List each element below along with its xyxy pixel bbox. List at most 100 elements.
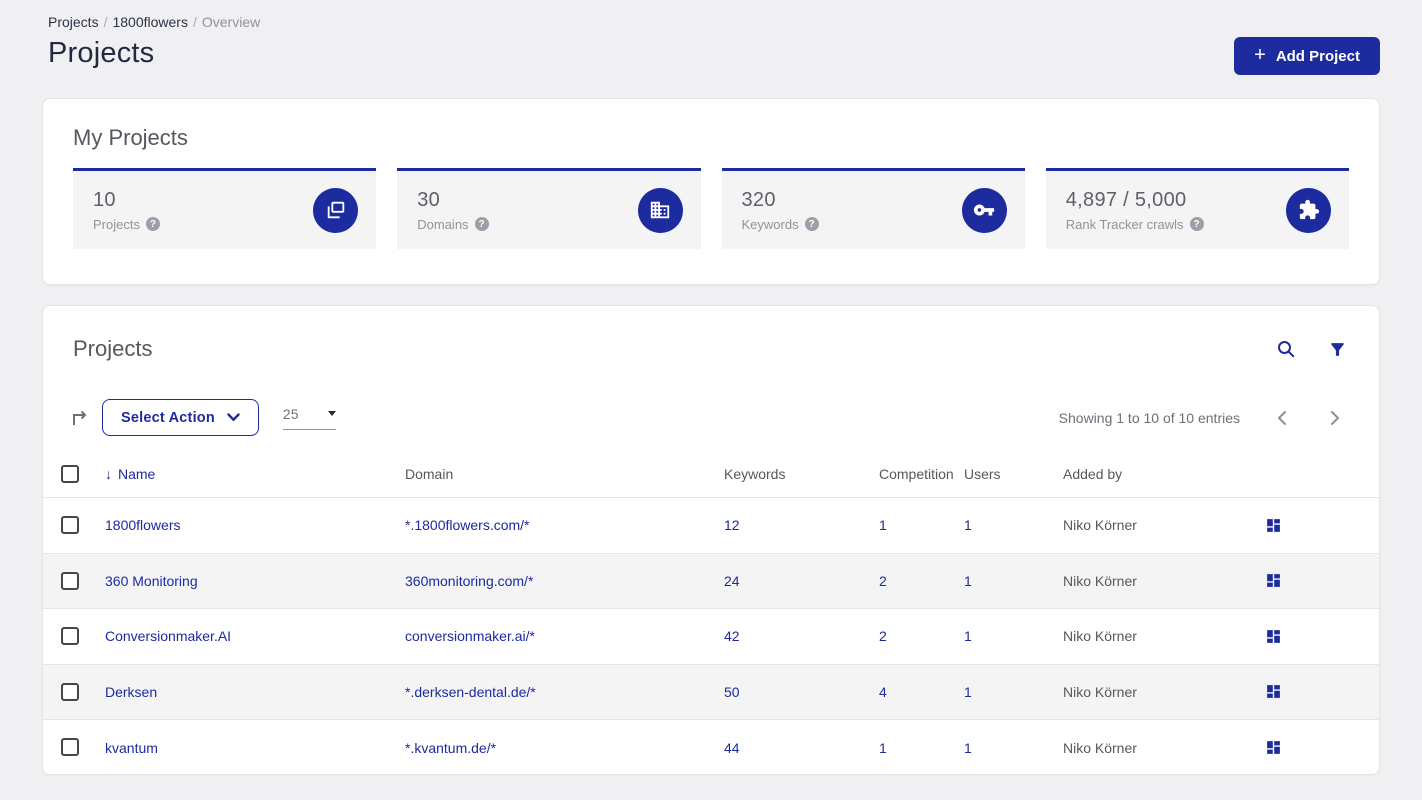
users-count[interactable]: 1: [964, 609, 1063, 665]
breadcrumb-separator: /: [103, 14, 108, 30]
projects-table-card: Projects Select Action 25 Showing 1 to 1…: [42, 305, 1380, 775]
added-by-name: Niko Körner: [1063, 739, 1137, 756]
column-header-added-by[interactable]: Added by: [1063, 451, 1263, 498]
sort-descending-icon: ↓: [105, 466, 112, 482]
export-icon[interactable]: [66, 404, 94, 432]
projects-label: Projects: [93, 216, 140, 232]
users-count[interactable]: 1: [964, 664, 1063, 720]
project-domain-link[interactable]: *.1800flowers.com/*: [405, 498, 724, 554]
table-row: Conversionmaker.AI conversionmaker.ai/* …: [43, 608, 1379, 665]
keywords-count[interactable]: 24: [724, 553, 879, 609]
projects-table: ↓ Name Domain Keywords Competition Users…: [43, 451, 1379, 775]
previous-page-icon[interactable]: [1274, 408, 1290, 428]
page: Projects/1800flowers / Overview Projects +…: [0, 0, 1422, 800]
project-name-link[interactable]: Derksen: [105, 664, 405, 720]
project-domain-link[interactable]: 360monitoring.com/*: [405, 553, 724, 609]
dashboard-icon[interactable]: [1263, 515, 1284, 536]
project-domain-link[interactable]: *.kvantum.de/*: [405, 720, 724, 775]
column-header-name[interactable]: ↓ Name: [105, 451, 405, 497]
keywords-count[interactable]: 50: [724, 664, 879, 720]
keywords-count[interactable]: 42: [724, 609, 879, 665]
competition-count[interactable]: 4: [879, 664, 964, 720]
table-row: 1800flowers *.1800flowers.com/* 12 1 1 N…: [43, 497, 1379, 554]
project-domain-link[interactable]: conversionmaker.ai/*: [405, 609, 724, 665]
help-icon[interactable]: ?: [474, 217, 489, 231]
users-count[interactable]: 1: [964, 553, 1063, 609]
search-icon[interactable]: [1274, 337, 1298, 361]
competition-count[interactable]: 1: [879, 498, 964, 554]
select-all-checkbox[interactable]: [61, 464, 79, 483]
project-name-link[interactable]: 1800flowers: [105, 498, 405, 554]
plus-icon: +: [1254, 44, 1266, 66]
help-icon[interactable]: ?: [804, 217, 819, 231]
dashboard-icon[interactable]: [1263, 626, 1284, 647]
domain-building-icon: [637, 187, 683, 233]
keywords-count: 320: [741, 188, 776, 211]
row-checkbox[interactable]: [61, 571, 79, 590]
key-icon: [961, 187, 1007, 233]
project-name-link[interactable]: Conversionmaker.AI: [105, 609, 405, 665]
top-header: Projects/1800flowers / Overview Projects +…: [0, 0, 1422, 75]
competition-count[interactable]: 2: [879, 553, 964, 609]
breadcrumb-item-1800flowers[interactable]: 1800flowers: [112, 14, 188, 30]
breadcrumb-item-overview: Overview: [201, 14, 261, 30]
stat-card-rank-tracker: 4,897 / 5,000 Rank Tracker crawls ?: [1045, 168, 1349, 249]
page-size-select[interactable]: 25: [282, 405, 336, 430]
select-action-dropdown[interactable]: Select Action: [102, 399, 259, 436]
caret-down-icon: [327, 411, 336, 416]
competition-count[interactable]: 2: [879, 609, 964, 665]
domains-label: Domains: [417, 216, 469, 232]
added-by-name: Niko Körner: [1063, 517, 1137, 534]
table-row: kvantum *.kvantum.de/* 44 1 1 Niko Körne…: [43, 719, 1379, 775]
stat-card-domains: 30 Domains ?: [397, 168, 701, 249]
page-size-value: 25: [282, 405, 299, 422]
added-by-name: Niko Körner: [1063, 572, 1137, 589]
breadcrumb: Projects/1800flowers / Overview: [48, 14, 1380, 30]
keywords-count[interactable]: 12: [724, 498, 879, 554]
keywords-label: Keywords: [741, 216, 799, 232]
project-name-link[interactable]: 360 Monitoring: [105, 553, 405, 609]
rank-tracker-count: 4,897 / 5,000: [1065, 188, 1187, 211]
stat-card-projects: 10 Projects ?: [73, 168, 377, 249]
keywords-count[interactable]: 44: [724, 720, 879, 775]
select-action-label: Select Action: [121, 409, 215, 426]
stacked-projects-icon: [313, 187, 359, 233]
project-domain-link[interactable]: *.derksen-dental.de/*: [405, 664, 724, 720]
table-row: 360 Monitoring 360monitoring.com/* 24 2 …: [43, 553, 1379, 609]
dashboard-icon[interactable]: [1263, 737, 1284, 758]
row-checkbox[interactable]: [61, 738, 79, 757]
added-by-name: Niko Körner: [1063, 628, 1137, 645]
chevron-down-icon: [227, 413, 240, 421]
domains-count: 30: [417, 188, 441, 211]
column-header-users[interactable]: Users: [964, 451, 1063, 498]
column-header-domain[interactable]: Domain: [405, 451, 724, 498]
help-icon[interactable]: ?: [145, 217, 160, 231]
rank-tracker-label: Rank Tracker crawls: [1065, 216, 1184, 232]
breadcrumb-separator: /: [192, 14, 197, 30]
project-name-link[interactable]: kvantum: [105, 720, 405, 775]
row-checkbox[interactable]: [61, 627, 79, 646]
table-header-row: ↓ Name Domain Keywords Competition Users…: [43, 451, 1379, 498]
projects-panel-title: Projects: [73, 336, 153, 361]
dashboard-icon[interactable]: [1263, 570, 1284, 591]
row-checkbox[interactable]: [61, 516, 79, 535]
column-header-competition[interactable]: Competition: [879, 451, 964, 498]
stat-card-keywords: 320 Keywords ?: [721, 168, 1025, 249]
puzzle-icon: [1286, 187, 1331, 233]
page-title: Projects: [48, 37, 155, 69]
filter-icon[interactable]: [1326, 338, 1349, 361]
next-page-icon[interactable]: [1327, 408, 1343, 428]
competition-count[interactable]: 1: [879, 720, 964, 775]
breadcrumb-item-projects[interactable]: Projects: [48, 14, 99, 30]
users-count[interactable]: 1: [964, 720, 1063, 775]
add-project-button[interactable]: + Add Project: [1234, 37, 1380, 75]
help-icon[interactable]: ?: [1189, 217, 1204, 231]
my-projects-title: My Projects: [73, 125, 188, 150]
table-toolbar: Select Action 25 Showing 1 to 10 of 10 e…: [43, 399, 1379, 436]
dashboard-icon[interactable]: [1263, 681, 1284, 702]
column-header-keywords[interactable]: Keywords: [724, 451, 879, 498]
showing-entries-text: Showing 1 to 10 of 10 entries: [1058, 409, 1240, 426]
users-count[interactable]: 1: [964, 498, 1063, 554]
add-project-label: Add Project: [1275, 47, 1360, 65]
row-checkbox[interactable]: [61, 682, 79, 701]
